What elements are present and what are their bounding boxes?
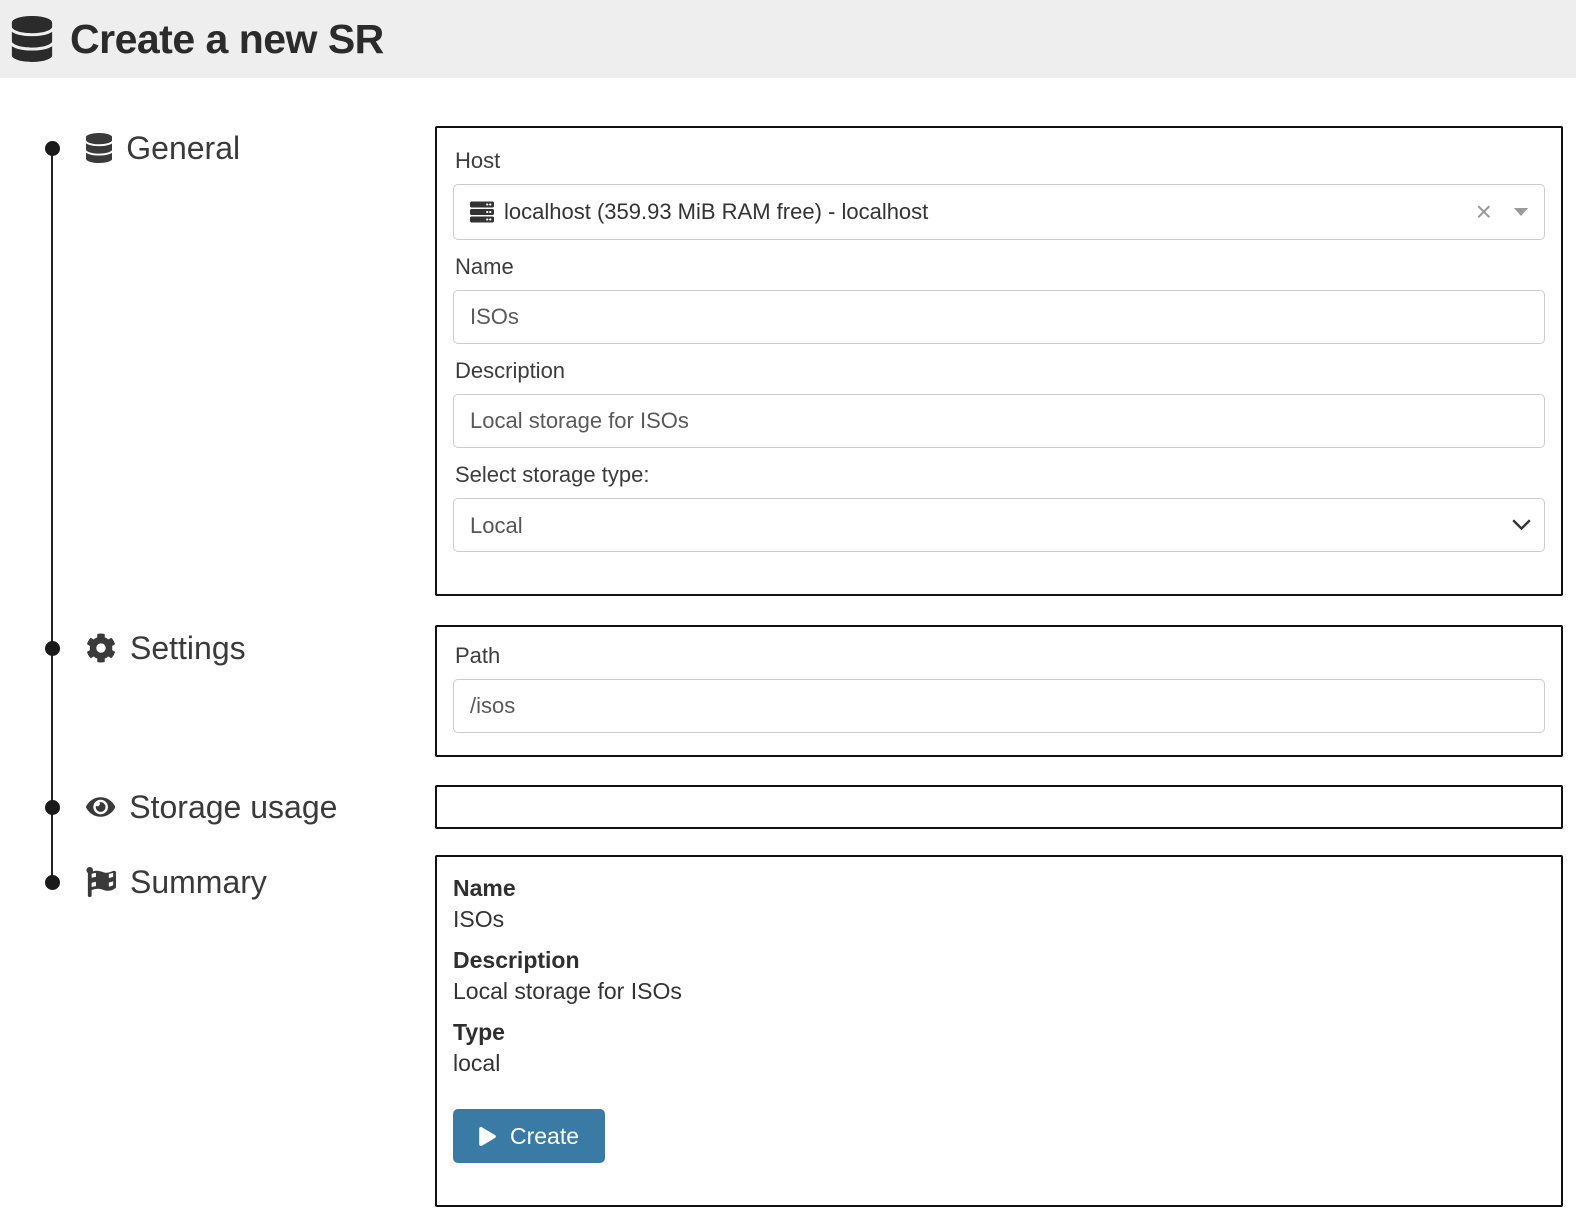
eye-icon <box>86 794 115 820</box>
stepper-item-general: General <box>45 126 240 170</box>
stepper-line <box>51 148 53 882</box>
create-button[interactable]: Create <box>453 1109 605 1163</box>
stepper-item-settings: Settings <box>45 626 246 670</box>
create-sr-wizard: General Settings Storage usage Summary H… <box>0 78 1576 1207</box>
summary-description-value: Local storage for ISOs <box>453 978 1545 1005</box>
general-section: Host localhost (359.93 MiB RAM free) - l… <box>435 126 1563 596</box>
gear-icon <box>86 633 116 663</box>
storage-type-select-wrap: Local <box>453 498 1545 552</box>
summary-section: Name ISOs Description Local storage for … <box>435 855 1563 1207</box>
stepper-label-settings: Settings <box>130 630 246 667</box>
summary-name-label: Name <box>453 875 1545 902</box>
summary-type-value: local <box>453 1050 1545 1077</box>
name-input[interactable] <box>453 290 1545 344</box>
path-input[interactable] <box>453 679 1545 733</box>
description-input[interactable] <box>453 394 1545 448</box>
path-label: Path <box>455 643 1545 669</box>
host-label: Host <box>455 148 1545 174</box>
summary-type-label: Type <box>453 1019 1545 1046</box>
play-icon <box>479 1127 496 1146</box>
database-icon <box>10 16 54 62</box>
name-label: Name <box>455 254 1545 280</box>
stepper-label-general: General <box>126 130 240 167</box>
caret-down-icon[interactable] <box>1514 208 1528 216</box>
stepper-label-summary: Summary <box>130 864 267 901</box>
clear-icon[interactable]: × <box>1476 198 1492 226</box>
stepper-item-summary: Summary <box>45 860 267 904</box>
stepper-bullet <box>45 641 60 656</box>
page-title: Create a new SR <box>70 16 384 63</box>
storage-type-select[interactable]: Local <box>453 498 1545 552</box>
summary-name-value: ISOs <box>453 906 1545 933</box>
create-button-label: Create <box>510 1123 579 1150</box>
stepper-bullet <box>45 875 60 890</box>
stepper-bullet <box>45 141 60 156</box>
host-select[interactable]: localhost (359.93 MiB RAM free) - localh… <box>453 184 1545 240</box>
stepper-item-storage-usage: Storage usage <box>45 785 337 829</box>
settings-section: Path <box>435 625 1563 757</box>
page-header: Create a new SR <box>0 0 1576 78</box>
stepper-label-storage-usage: Storage usage <box>129 789 337 826</box>
flag-icon <box>86 867 116 897</box>
storage-usage-section <box>435 785 1563 829</box>
server-icon <box>470 200 494 224</box>
stepper-bullet <box>45 800 60 815</box>
summary-description-label: Description <box>453 947 1545 974</box>
storage-type-label: Select storage type: <box>455 462 1545 488</box>
database-icon <box>86 133 112 163</box>
description-label: Description <box>455 358 1545 384</box>
host-select-value: localhost (359.93 MiB RAM free) - localh… <box>504 199 928 225</box>
